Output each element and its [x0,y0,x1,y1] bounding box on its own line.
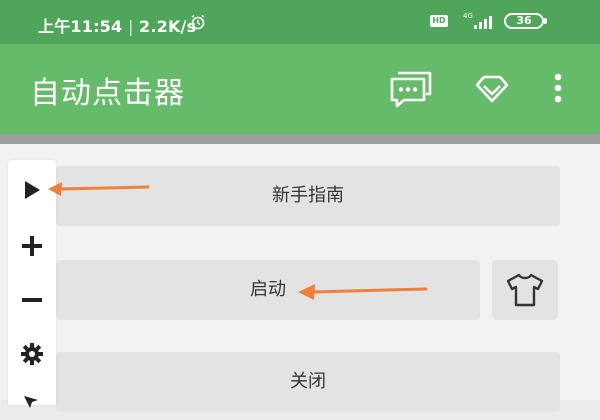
close-button[interactable]: 关闭 [56,352,560,412]
app-bar: 自动点击器 [0,44,600,134]
more-vert-icon[interactable] [551,72,565,106]
status-time: 上午11:54 | 2.2K/s [38,13,196,37]
status-network-speed: 2.2K/s [139,17,197,36]
tshirt-icon [506,273,544,307]
status-clock: 上午11:54 [38,17,123,36]
network-type: 4G [463,12,473,20]
floating-toolbar [8,160,56,408]
alarm-icon [191,14,205,30]
battery-indicator: 36 [504,13,547,29]
start-button[interactable]: 启动 [56,260,480,320]
gear-icon[interactable] [18,340,46,368]
guide-button[interactable]: 新手指南 [56,166,560,226]
status-bar: 上午11:54 | 2.2K/s HD 4G 36 [0,0,600,44]
diamond-icon[interactable] [474,74,510,104]
hd-badge: HD [430,15,448,27]
cursor-icon[interactable] [18,392,46,420]
minus-icon[interactable] [18,286,46,314]
guide-button-label: 新手指南 [272,185,344,206]
plus-icon[interactable] [18,232,46,260]
app-title: 自动点击器 [30,76,185,111]
chat-icon[interactable] [388,70,434,108]
skin-button[interactable] [492,260,558,320]
start-button-label: 启动 [250,279,286,300]
status-separator: | [128,17,140,36]
signal-icon: 4G [463,12,492,29]
play-icon[interactable] [18,176,46,204]
close-button-label: 关闭 [290,371,326,392]
app-bar-shadow-divider [0,134,600,144]
